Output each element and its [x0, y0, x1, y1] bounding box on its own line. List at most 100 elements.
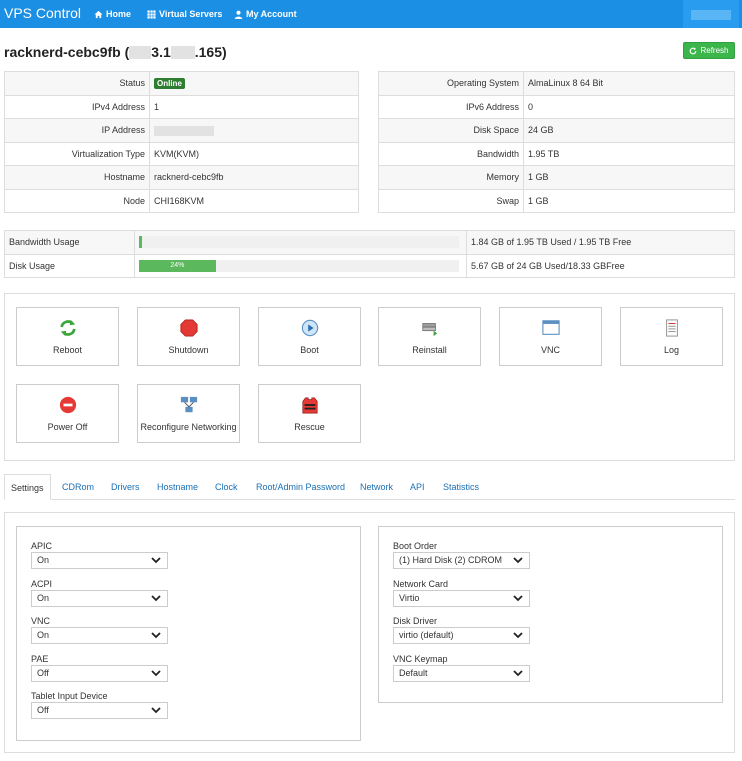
log-button[interactable]: Log	[620, 307, 723, 366]
settings-tabs: Settings CDRom Drivers Hostname Clock Ro…	[4, 474, 735, 500]
info-value: AlmaLinux 8 64 Bit	[523, 71, 735, 96]
status-badge: Online	[154, 77, 185, 89]
tab-statistics[interactable]: Statistics	[437, 474, 485, 500]
nav-my-account-label: My Account	[246, 9, 297, 19]
info-row-disk: Disk Space 24 GB	[378, 118, 735, 143]
bandwidth-progress-bar	[139, 236, 459, 249]
info-key: Virtualization Type	[4, 141, 150, 166]
grid-icon	[147, 9, 156, 19]
reinstall-icon	[421, 322, 437, 336]
nav-virtual-servers[interactable]: Virtual Servers	[147, 9, 222, 19]
disk-driver-label: Disk Driver	[393, 616, 437, 626]
boot-order-value: (1) Hard Disk (2) CDROM	[399, 555, 503, 565]
reconfigure-networking-button[interactable]: Reconfigure Networking	[137, 384, 240, 443]
info-row-ipv4: IPv4 Address 1	[4, 94, 359, 119]
user-name-redacted	[691, 10, 731, 20]
disk-driver-select[interactable]: virtio (default)	[393, 627, 530, 644]
pae-select[interactable]: Off	[31, 665, 168, 682]
tab-network[interactable]: Network	[354, 474, 399, 500]
info-key: IPv4 Address	[4, 94, 150, 119]
resource-info-table: Operating System AlmaLinux 8 64 Bit IPv6 …	[378, 71, 735, 213]
boot-button[interactable]: Boot	[258, 307, 361, 366]
chevron-down-icon	[513, 557, 523, 564]
info-key: Bandwidth	[378, 141, 524, 166]
disk-driver-value: virtio (default)	[399, 630, 454, 640]
usage-label: Disk Usage	[4, 253, 135, 278]
ip-address-redacted	[154, 125, 214, 136]
settings-box-right: Boot Order (1) Hard Disk (2) CDROM Netwo…	[378, 526, 723, 703]
info-key: Hostname	[4, 165, 150, 190]
acpi-value: On	[37, 593, 50, 603]
shutdown-icon	[179, 318, 198, 337]
tablet-value: Off	[37, 705, 49, 715]
bandwidth-progress-fill	[139, 236, 143, 249]
info-value: KVM(KVM)	[149, 141, 359, 166]
vnc-value: On	[37, 630, 50, 640]
power-off-icon	[59, 396, 76, 413]
usage-detail: 5.67 GB of 24 GB Used/18.33 GBFree	[466, 253, 735, 278]
info-row-bandwidth: Bandwidth 1.95 TB	[378, 141, 735, 166]
tab-settings[interactable]: Settings	[4, 474, 51, 500]
usage-bar-cell: 24%	[134, 253, 467, 278]
vnc-button[interactable]: VNC	[499, 307, 602, 366]
info-value: 1	[149, 94, 359, 119]
info-row-ip: IP Address	[4, 118, 359, 143]
info-row-hostname: Hostname racknerd-cebc9fb	[4, 165, 359, 190]
chevron-down-icon	[151, 707, 161, 714]
info-value: CHI168KVM	[149, 188, 359, 213]
chevron-down-icon	[151, 595, 161, 602]
user-menu[interactable]	[683, 0, 739, 28]
info-row-node: Node CHI168KVM	[4, 188, 359, 213]
action-label: Shutdown	[168, 344, 209, 355]
acpi-label: ACPI	[31, 579, 53, 589]
tab-drivers[interactable]: Drivers	[105, 474, 146, 500]
reboot-button[interactable]: Reboot	[16, 307, 119, 366]
network-card-select[interactable]: Virtio	[393, 590, 530, 607]
vnc-keymap-label: VNC Keymap	[393, 654, 448, 664]
info-row-os: Operating System AlmaLinux 8 64 Bit	[378, 71, 735, 96]
power-off-button[interactable]: Power Off	[16, 384, 119, 443]
boot-order-select[interactable]: (1) Hard Disk (2) CDROM	[393, 552, 530, 569]
ip-redacted-2	[170, 46, 195, 59]
action-label: Boot	[300, 344, 319, 355]
info-value: 1.95 TB	[523, 141, 735, 166]
tab-hostname[interactable]: Hostname	[151, 474, 204, 500]
info-key: Node	[4, 188, 150, 213]
shutdown-button[interactable]: Shutdown	[137, 307, 240, 366]
nav-my-account[interactable]: My Account	[234, 9, 297, 19]
nav-home[interactable]: Home	[94, 9, 131, 19]
tab-root-password[interactable]: Root/Admin Password	[250, 474, 351, 500]
vnc-select[interactable]: On	[31, 627, 168, 644]
info-key: Swap	[378, 188, 524, 213]
vnc-keymap-select[interactable]: Default	[393, 665, 530, 682]
pae-label: PAE	[31, 654, 49, 664]
action-label: Reconfigure Networking	[140, 421, 237, 432]
tab-cdrom[interactable]: CDRom	[56, 474, 100, 500]
tablet-select[interactable]: Off	[31, 702, 168, 719]
rescue-icon	[301, 396, 318, 413]
ip-part-1: 3.1	[151, 44, 171, 60]
chevron-down-icon	[513, 632, 523, 639]
info-key: Status	[4, 71, 150, 96]
action-label: Reinstall	[412, 344, 447, 355]
log-icon	[665, 318, 678, 337]
info-key: IP Address	[4, 118, 150, 143]
acpi-select[interactable]: On	[31, 590, 168, 607]
refresh-button[interactable]: Refresh	[683, 42, 735, 59]
chevron-down-icon	[151, 670, 161, 677]
tab-clock[interactable]: Clock	[209, 474, 244, 500]
apic-label: APIC	[31, 541, 53, 551]
info-key: Disk Space	[378, 118, 524, 143]
info-key: IPv6 Address	[378, 94, 524, 119]
info-value: Online	[149, 71, 359, 96]
info-row-memory: Memory 1 GB	[378, 165, 735, 190]
brand-logo[interactable]: VPS Control	[4, 5, 81, 21]
info-row-virt: Virtualization Type KVM(KVM)	[4, 141, 359, 166]
tab-api[interactable]: API	[404, 474, 431, 500]
settings-box-left: APIC On ACPI On VNC On PAE Off Tablet In…	[16, 526, 361, 741]
reinstall-button[interactable]: Reinstall	[378, 307, 481, 366]
network-card-label: Network Card	[393, 579, 449, 589]
info-key: Memory	[378, 165, 524, 190]
apic-select[interactable]: On	[31, 552, 168, 569]
rescue-button[interactable]: Rescue	[258, 384, 361, 443]
